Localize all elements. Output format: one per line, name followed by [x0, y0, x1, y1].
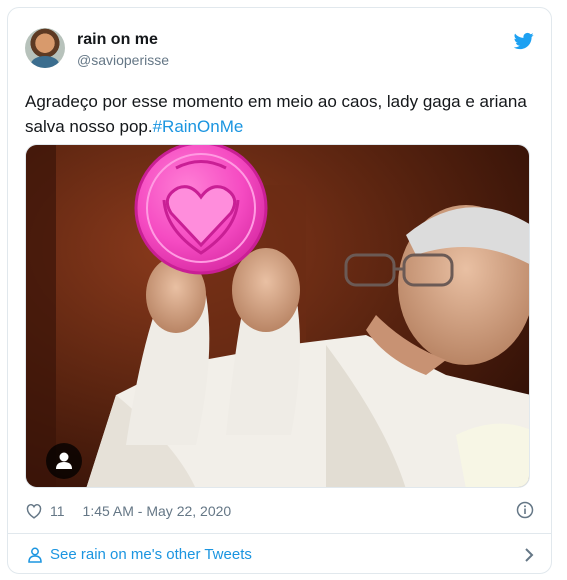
- twitter-bird-icon[interactable]: [514, 31, 534, 51]
- like-button[interactable]: 11: [25, 503, 83, 519]
- info-icon[interactable]: [516, 501, 534, 519]
- tweet-media[interactable]: [25, 144, 530, 488]
- user-handle[interactable]: @savioperisse: [77, 52, 169, 68]
- tweet-body: Agradeço por esse momento em meio ao cao…: [25, 92, 527, 136]
- user-icon: [28, 547, 42, 563]
- display-name[interactable]: rain on me: [77, 31, 158, 49]
- tweet-timestamp[interactable]: 1:45 AM - May 22, 2020: [83, 503, 232, 519]
- like-count: 11: [50, 503, 65, 519]
- tweet-text: Agradeço por esse momento em meio ao cao…: [25, 89, 535, 139]
- avatar[interactable]: [25, 28, 65, 68]
- media-user-button[interactable]: [46, 443, 82, 479]
- tweet-meta: 11 1:45 AM - May 22, 2020: [25, 501, 534, 521]
- heart-icon: [26, 504, 42, 519]
- hashtag-link[interactable]: #RainOnMe: [153, 117, 244, 136]
- other-tweets-link[interactable]: See rain on me's other Tweets: [50, 546, 252, 563]
- media-user-icon: [56, 452, 72, 469]
- tweet-header: rain on me @savioperisse: [25, 25, 534, 73]
- chevron-right-icon[interactable]: [524, 547, 534, 563]
- see-other-tweets[interactable]: See rain on me's other Tweets: [8, 533, 551, 575]
- meme-image: [26, 145, 529, 487]
- tweet-card: rain on me @savioperisse Agradeço por es…: [7, 7, 552, 574]
